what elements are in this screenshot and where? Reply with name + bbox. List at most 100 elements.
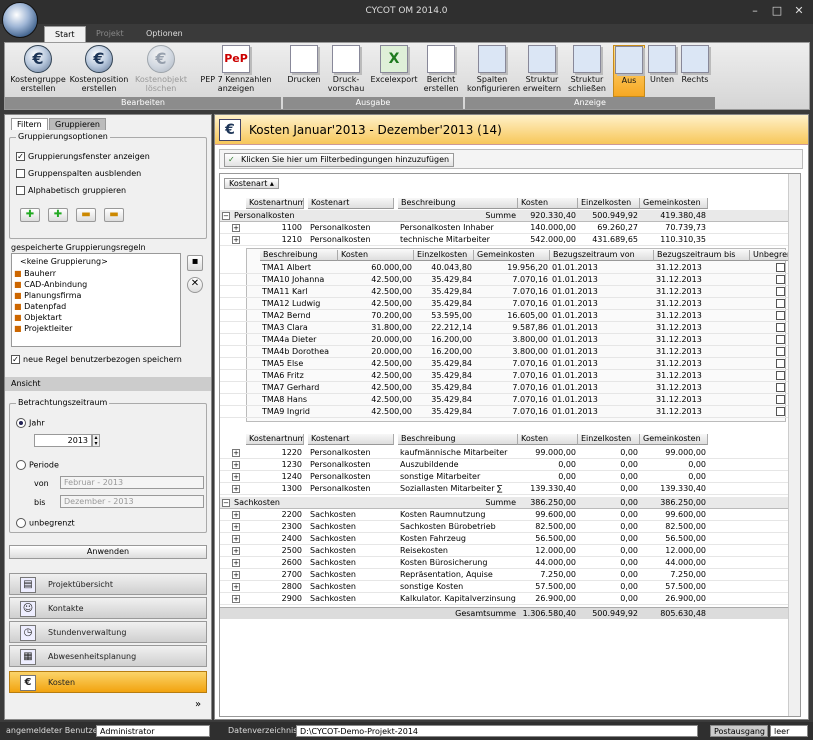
column-header[interactable]: Beschreibung: [398, 198, 518, 209]
group-by-chip[interactable]: Kostenart ▴: [224, 178, 279, 189]
table-row[interactable]: +2800 Sachkosten sonstige Kosten 57.500,00 0…: [220, 581, 788, 593]
table-row[interactable]: +2900 Sachkosten Kalkulator. Kapitalverzin…: [220, 593, 788, 605]
detail-row[interactable]: TMA9 Ingrid 42.500,00 35.429,84 7.070,16 01.…: [220, 406, 788, 418]
add-group-icon[interactable]: ✚: [20, 208, 40, 222]
nav-kosten[interactable]: € Kosten: [9, 671, 207, 693]
column-header[interactable]: Gemeinkosten: [640, 434, 708, 445]
radio-periode[interactable]: Periode: [16, 460, 59, 470]
rule-item[interactable]: ■ CAD-Anbindung: [14, 279, 178, 290]
column-header[interactable]: Kostenart: [308, 434, 394, 445]
rule-item[interactable]: <keine Gruppierung>: [14, 256, 178, 268]
unlimited-checkbox[interactable]: [776, 287, 785, 296]
group-row[interactable]: − Personalkosten Summe 920.330,40 500.949,92…: [220, 210, 788, 222]
maximize-button[interactable]: □: [766, 4, 788, 18]
unlimited-checkbox[interactable]: [776, 263, 785, 272]
detail-row[interactable]: TMA3 Clara 31.800,00 22.212,14 9.587,86 01.0…: [220, 322, 788, 334]
expand-icon[interactable]: +: [232, 449, 240, 457]
column-header[interactable]: Kosten: [338, 250, 414, 261]
kostenobjekt-loeschen-button[interactable]: € Kostenobjekt löschen: [131, 45, 191, 97]
apply-button[interactable]: Anwenden: [9, 545, 207, 559]
table-row[interactable]: +2500 Sachkosten Reisekosten 12.000,00 0,00 1…: [220, 545, 788, 557]
table-row[interactable]: +1210 Personalkosten technische Mitarbeite…: [220, 234, 788, 246]
detail-row[interactable]: TMA7 Gerhard 42.500,00 35.429,84 7.070,16 01…: [220, 382, 788, 394]
delete-rule-icon[interactable]: ✕: [187, 277, 203, 293]
unlimited-checkbox[interactable]: [776, 323, 785, 332]
nav-abwesenheitsplanung[interactable]: ▦ Abwesenheitsplanung: [9, 645, 207, 667]
expand-icon[interactable]: +: [232, 583, 240, 591]
tab-filtern[interactable]: Filtern: [11, 118, 48, 130]
collapse-icon[interactable]: −: [222, 499, 230, 507]
remove-subgroup-icon[interactable]: ▬: [104, 208, 124, 222]
year-spinner-icon[interactable]: ▴ ▾: [92, 434, 100, 447]
unlimited-checkbox[interactable]: [776, 311, 785, 320]
pep7-kennzahlen-button[interactable]: PeP PEP 7 Kennzahlen anzeigen: [193, 45, 279, 97]
expand-icon[interactable]: +: [232, 511, 240, 519]
column-header[interactable]: Bezugszeitraum von: [550, 250, 654, 261]
table-row[interactable]: +1100 Personalkosten Personalkosten Inhabe…: [220, 222, 788, 234]
unlimited-checkbox[interactable]: [776, 371, 785, 380]
checkbox-checked-icon[interactable]: ✓: [11, 355, 20, 364]
table-row[interactable]: +1230 Personalkosten Auszubildende 0,00 0,00…: [220, 459, 788, 471]
rule-item[interactable]: ■ Datenpfad: [14, 301, 178, 312]
option-gruppenspalten[interactable]: Gruppenspalten ausblenden: [16, 169, 141, 178]
option-gruppierungsfenster[interactable]: ✓ Gruppierungsfenster anzeigen: [16, 152, 150, 161]
expand-icon[interactable]: +: [232, 224, 240, 232]
kostengruppe-erstellen-button[interactable]: € Kostengruppe erstellen: [9, 45, 67, 97]
add-filter-button[interactable]: ✓ Klicken Sie hier um Filterbedingungen h…: [224, 153, 455, 167]
expand-icon[interactable]: +: [232, 559, 240, 567]
from-date-select[interactable]: Februar - 2013: [60, 476, 204, 489]
table-row[interactable]: +2400 Sachkosten Kosten Fahrzeug 56.500,00 0…: [220, 533, 788, 545]
rule-item[interactable]: ■ Planungsfirma: [14, 290, 178, 301]
table-row[interactable]: +1300 Personalkosten Soziallasten Mitarbei…: [220, 483, 788, 495]
excelexport-button[interactable]: X Excelexport: [369, 45, 419, 97]
vertical-scrollbar[interactable]: [788, 174, 800, 716]
column-header[interactable]: Bezugszeitraum bis: [654, 250, 750, 261]
table-row[interactable]: +1240 Personalkosten sonstige Mitarbeiter 0…: [220, 471, 788, 483]
column-header[interactable]: Gemeinkosten: [640, 198, 708, 209]
table-row[interactable]: +2200 Sachkosten Kosten Raumnutzung 99.600,…: [220, 509, 788, 521]
unlimited-checkbox[interactable]: [776, 299, 785, 308]
unlimited-checkbox[interactable]: [776, 395, 785, 404]
struktur-erweitern-button[interactable]: Struktur erweitern: [521, 45, 563, 97]
tab-optionen[interactable]: Optionen: [136, 26, 193, 42]
anzeige-rechts-button[interactable]: Rechts: [679, 45, 711, 97]
tab-projekt[interactable]: Projekt: [86, 26, 134, 42]
table-row[interactable]: +2700 Sachkosten Repräsentation, Aquise 7.2…: [220, 569, 788, 581]
detail-row[interactable]: TMA4a Dieter 20.000,00 16.200,00 3.800,00 01…: [220, 334, 788, 346]
column-header[interactable]: Kostenartnumme: [246, 198, 304, 209]
expand-icon[interactable]: +: [232, 535, 240, 543]
year-input[interactable]: 2013: [34, 434, 92, 447]
checkbox-icon[interactable]: [16, 186, 25, 195]
drucken-button[interactable]: Drucken: [285, 45, 323, 97]
expand-icon[interactable]: +: [232, 571, 240, 579]
app-logo-icon[interactable]: [2, 2, 38, 38]
column-header[interactable]: Kosten: [518, 198, 578, 209]
save-rule-option[interactable]: ✓ neue Regel benutzerbezogen speichern: [11, 355, 182, 364]
add-subgroup-icon[interactable]: ✚: [48, 208, 68, 222]
rule-item[interactable]: ■ Objektart: [14, 312, 178, 323]
table-row[interactable]: +2600 Sachkosten Kosten Bürosicherung 44.00…: [220, 557, 788, 569]
radio-icon[interactable]: [16, 518, 26, 528]
detail-row[interactable]: TMA6 Fritz 42.500,00 35.429,84 7.070,16 01.0…: [220, 370, 788, 382]
anzeige-aus-button[interactable]: Aus: [613, 45, 645, 97]
expand-icon[interactable]: +: [232, 461, 240, 469]
detail-row[interactable]: TMA2 Bernd 70.200,00 53.595,00 16.605,00 01.…: [220, 310, 788, 322]
unlimited-checkbox[interactable]: [776, 275, 785, 284]
column-header[interactable]: Beschreibung: [398, 434, 518, 445]
column-header[interactable]: Gemeinkosten: [474, 250, 550, 261]
minimize-button[interactable]: –: [744, 4, 766, 18]
radio-jahr[interactable]: Jahr: [16, 418, 45, 428]
detail-row[interactable]: TMA11 Karl 42.500,00 35.429,84 7.070,16 01.0…: [220, 286, 788, 298]
unlimited-checkbox[interactable]: [776, 359, 785, 368]
nav-projektuebersicht[interactable]: ▤ Projektübersicht: [9, 573, 207, 595]
column-header[interactable]: Beschreibung: [260, 250, 338, 261]
unlimited-checkbox[interactable]: [776, 383, 785, 392]
expand-icon[interactable]: +: [232, 547, 240, 555]
rule-item[interactable]: ■ Projektleiter: [14, 323, 178, 334]
expand-icon[interactable]: +: [232, 236, 240, 244]
bericht-erstellen-button[interactable]: Bericht erstellen: [421, 45, 461, 97]
column-header[interactable]: Kostenart: [308, 198, 394, 209]
expand-icon[interactable]: +: [232, 523, 240, 531]
rule-item[interactable]: ■ Bauherr: [14, 268, 178, 279]
unlimited-checkbox[interactable]: [776, 407, 785, 416]
